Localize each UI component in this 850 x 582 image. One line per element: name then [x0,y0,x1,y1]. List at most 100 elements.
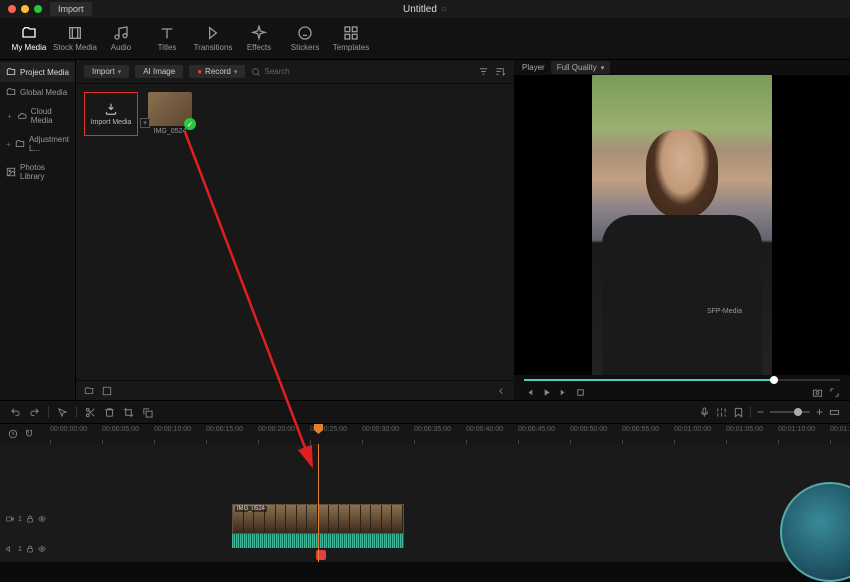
ai-image-button[interactable]: AI Image [135,65,183,78]
fit-icon [829,407,840,418]
timeline-toolbar: − + [0,400,850,424]
chevron-left-icon [496,386,506,396]
expand-icon [829,387,840,398]
play-button[interactable] [541,387,552,398]
zoom-knob[interactable] [794,408,802,416]
step-back-icon [524,387,535,398]
zoom-in-button[interactable]: + [816,405,823,419]
document-title: Untitled○ [403,4,447,15]
timecode-toggle[interactable] [8,429,18,439]
scrub-bar[interactable] [514,375,850,385]
prev-frame-button[interactable] [524,387,535,398]
crop-button[interactable] [123,407,134,418]
pointer-tool[interactable] [57,407,68,418]
track-mute-button[interactable] [38,545,46,553]
camera-icon [812,387,823,398]
scissors-icon [85,407,96,418]
layout-icon [102,386,112,396]
preview-viewport[interactable]: SFP-Media [514,75,850,375]
track-lock-button[interactable] [26,545,34,553]
progress-fill [524,379,770,381]
timeline[interactable]: 1 1 IMG_0524 [0,444,850,562]
sort-icon [495,66,506,77]
filter-button[interactable] [478,66,489,77]
tab-my-media[interactable]: My Media [6,19,52,59]
tab-audio[interactable]: Audio [98,19,144,59]
sidebar-item-photos[interactable]: Photos Library [0,158,75,186]
redo-button[interactable] [29,407,40,418]
record-dropdown[interactable]: ●Record▾ [189,65,245,78]
player-label: Player [522,63,545,72]
undo-button[interactable] [10,407,21,418]
zoom-out-button[interactable]: − [757,405,764,419]
ruler-tick: 00:01:00:00 [674,426,711,433]
ruler-tick: 00:01:05:00 [726,426,763,433]
progress-knob[interactable] [770,376,778,384]
minimize-window-button[interactable] [21,5,29,13]
quality-dropdown[interactable]: Full Quality▾ [551,61,611,74]
chevron-down-icon: ▾ [601,64,605,72]
tab-templates[interactable]: Templates [328,19,374,59]
import-dropdown[interactable]: Import▾ [84,65,129,78]
marker-button[interactable] [733,407,744,418]
tab-titles[interactable]: Titles [144,19,190,59]
tab-transitions[interactable]: Transitions [190,19,236,59]
tab-stock-media[interactable]: Stock Media [52,19,98,59]
mixer-button[interactable] [716,407,727,418]
delete-button[interactable] [104,407,115,418]
stop-button[interactable] [575,387,586,398]
crop-icon [123,407,134,418]
sidebar-item-project-media[interactable]: Project Media [0,62,75,82]
plus-icon: + [6,112,13,121]
sort-button[interactable] [495,66,506,77]
track-lock-button[interactable] [26,515,34,523]
photo-icon [6,167,16,177]
zoom-fit-button[interactable] [829,407,840,418]
snapshot-button[interactable] [812,387,823,398]
tab-effects[interactable]: Effects [236,19,282,59]
search-icon [251,67,261,77]
close-window-button[interactable] [8,5,16,13]
audio-track-header: 1 [0,536,850,562]
redo-icon [29,407,40,418]
sidebar-item-global-media[interactable]: Global Media [0,82,75,102]
search-input[interactable]: Search [251,67,289,77]
folder-icon [6,87,16,97]
add-to-timeline-button[interactable]: + [140,118,150,128]
playhead[interactable] [318,444,319,562]
zoom-slider[interactable] [770,411,810,413]
snap-toggle[interactable] [24,429,34,439]
fullscreen-button[interactable] [829,387,840,398]
playback-controls [514,385,850,400]
next-frame-button[interactable] [558,387,569,398]
tab-stickers[interactable]: Stickers [282,19,328,59]
check-icon: ✓ [184,118,196,130]
track-mute-button[interactable] [38,515,46,523]
copy-button[interactable] [142,407,153,418]
ruler-tick: 00:00:50:00 [570,426,607,433]
preview-header: Player Full Quality▾ [514,60,850,75]
lock-icon [26,545,34,553]
media-clip[interactable]: + ✓ IMG_0524 [148,92,192,135]
collapse-button[interactable] [496,386,506,396]
import-tab[interactable]: Import [50,2,92,16]
sidebar-item-adjustment[interactable]: + Adjustment L... [0,130,75,158]
progress-track [524,379,840,381]
grid-icon [343,25,359,41]
chevron-down-icon: ▾ [234,68,238,76]
sidebar-item-cloud-media[interactable]: + Cloud Media [0,102,75,130]
import-media-tile[interactable]: Import Media [84,92,138,136]
sliders-icon [716,407,727,418]
ruler-tick: 00:00:30:00 [362,426,399,433]
maximize-window-button[interactable] [34,5,42,13]
split-button[interactable] [85,407,96,418]
folder-plus-icon [84,386,94,396]
top-tabs-bar: My Media Stock Media Audio Titles Transi… [0,18,850,60]
ruler-tick: 00:00:35:00 [414,426,451,433]
timeline-ruler[interactable]: 00:00:00:0000:00:05:0000:00:10:0000:00:1… [0,424,850,444]
mic-button[interactable] [699,407,710,418]
new-folder-button[interactable] [84,386,94,396]
stop-icon [575,387,586,398]
layout-button[interactable] [102,386,112,396]
plus-icon: + [6,140,11,149]
